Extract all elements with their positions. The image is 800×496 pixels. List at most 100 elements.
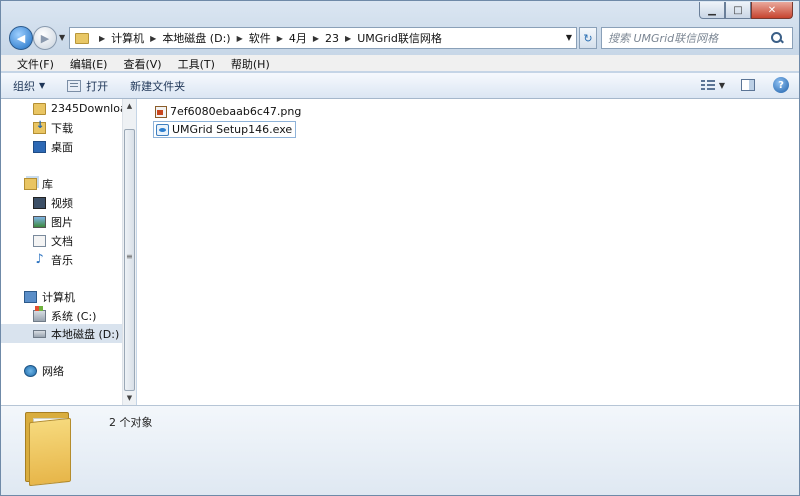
scroll-up-icon[interactable]: ▲ [123,99,136,113]
caption-buttons: ▁ □ ✕ [699,2,793,19]
change-view-icon[interactable] [700,79,715,91]
sidebar-item-label: 文档 [51,234,73,248]
breadcrumb-chevron-icon[interactable]: ▶ [150,34,156,43]
png-file-icon [155,105,167,118]
menu-view[interactable]: 查看(V) [115,55,169,71]
music-icon: ♪ [35,251,44,267]
new-folder-label: 新建文件夹 [130,79,186,93]
sidebar-item-downloads[interactable]: 下载 [1,118,122,137]
explorer-window: ▁ □ ✕ ◀ ▶ ▼ ▶ 计算机 ▶ 本地磁盘 (D:) ▶ 软件 ▶ 4月 … [0,0,800,496]
sidebar-item-documents[interactable]: 文档 [1,231,122,250]
drive-d-icon [33,329,46,338]
sidebar-item-label: 桌面 [51,140,73,154]
scrollbar-thumb[interactable]: ≡ [124,129,135,391]
computer-icon [24,290,37,303]
back-button[interactable]: ◀ [9,26,33,50]
sidebar-item-label: 本地磁盘 (D:) [51,327,120,341]
video-icon [33,196,46,209]
library-icon [24,177,37,190]
sidebar-item-label: 音乐 [51,253,73,267]
desktop-icon [33,140,46,153]
breadcrumb-chevron-icon[interactable]: ▶ [237,34,243,43]
sidebar-item-pictures[interactable]: 图片 [1,212,122,231]
back-arrow-icon: ◀ [16,31,26,45]
scroll-down-icon[interactable]: ▼ [123,391,136,405]
folder-icon [75,32,89,44]
sidebar-item-2345downloads[interactable]: 2345Downloads [1,99,122,118]
help-icon[interactable]: ? [773,77,789,93]
sidebar-item-label: 视频 [51,196,73,210]
file-name: 7ef6080ebaab6c47.png [170,105,302,118]
breadcrumb-software[interactable]: 软件 [249,30,271,46]
address-dropdown-icon[interactable]: ▼ [566,33,572,42]
sidebar-item-label: 系统 (C:) [51,309,97,323]
sidebar-item-label: 计算机 [42,290,75,304]
search-input[interactable] [602,31,768,45]
address-bar[interactable]: ▶ 计算机 ▶ 本地磁盘 (D:) ▶ 软件 ▶ 4月 ▶ 23 ▶ UMGri… [69,27,577,49]
menu-bar: 文件(F) 编辑(E) 查看(V) 工具(T) 帮助(H) [1,55,799,71]
breadcrumb-23[interactable]: 23 [325,32,339,45]
navigation-scrollbar[interactable]: ▲ ≡ ▼ [122,99,136,405]
close-button[interactable]: ✕ [751,2,793,19]
menu-tools[interactable]: 工具(T) [170,55,223,71]
organize-button[interactable]: 组织 ▼ [13,78,45,94]
scroll-grip-icon: ≡ [126,252,133,261]
sidebar-item-network[interactable]: 网络 [1,361,122,380]
organize-label: 组织 [13,79,35,93]
breadcrumb-chevron-icon[interactable]: ▶ [99,34,105,43]
breadcrumb-chevron-icon[interactable]: ▶ [313,34,319,43]
sidebar-item-label: 网络 [42,364,64,378]
breadcrumb-april[interactable]: 4月 [289,30,307,46]
maximize-button[interactable]: □ [725,2,751,19]
drive-c-icon [33,305,46,322]
sidebar-item-music[interactable]: ♪ 音乐 [1,250,122,269]
file-list: 7ef6080ebaab6c47.png UMGrid Setup146.exe [137,99,799,405]
sidebar-item-videos[interactable]: 视频 [1,193,122,212]
sidebar-item-label: 2345Downloads [51,102,122,115]
recent-pages-dropdown[interactable]: ▼ [59,33,65,42]
toolbar-right-group: ▼ ? [700,77,789,93]
file-item[interactable]: 7ef6080ebaab6c47.png [153,103,304,120]
sidebar-item-desktop[interactable]: 桌面 [1,137,122,156]
sidebar-item-label: 图片 [51,215,73,229]
file-item[interactable]: UMGrid Setup146.exe [153,121,297,138]
breadcrumb-drive-d[interactable]: 本地磁盘 (D:) [162,30,230,46]
breadcrumb-current-folder[interactable]: UMGrid联信网格 [357,30,442,46]
forward-button[interactable]: ▶ [33,26,57,50]
breadcrumb-computer[interactable]: 计算机 [111,30,144,46]
refresh-icon: ↻ [583,31,593,45]
menu-edit[interactable]: 编辑(E) [62,55,116,71]
downloads-icon [33,120,46,134]
menu-file[interactable]: 文件(F) [9,55,62,71]
folder-icon [25,412,75,487]
view-options-dropdown[interactable]: ▼ [719,81,725,90]
exe-file-icon [156,123,169,136]
sidebar-item-libraries[interactable]: 库 [1,174,122,193]
sidebar-item-drive-c[interactable]: 系统 (C:) [1,305,122,325]
breadcrumb-chevron-icon[interactable]: ▶ [345,34,351,43]
details-pane: 2 个对象 [1,405,799,495]
document-icon [33,234,46,247]
sidebar-item-label: 下载 [51,121,73,135]
sidebar-item-drive-d[interactable]: 本地磁盘 (D:) [1,324,122,343]
preview-pane-icon[interactable] [741,79,755,91]
sidebar-item-computer[interactable]: 计算机 [1,287,122,306]
breadcrumb-chevron-icon[interactable]: ▶ [277,34,283,43]
open-button[interactable]: 打开 [67,78,108,94]
item-count-text: 2 个对象 [109,416,153,429]
menu-help[interactable]: 帮助(H) [223,55,278,71]
search-box[interactable] [601,27,793,49]
open-icon [67,79,82,92]
search-icon[interactable] [770,31,784,45]
new-folder-button[interactable]: 新建文件夹 [130,78,185,94]
sidebar-item-label: 库 [42,177,53,191]
chevron-down-icon: ▼ [39,81,46,90]
minimize-button[interactable]: ▁ [699,2,725,19]
forward-arrow-icon: ▶ [40,31,50,45]
navigation-pane: 2345Downloads 下载 桌面 库 视频 图片 文档 ♪ 音乐 [1,99,123,405]
refresh-button[interactable]: ↻ [579,27,597,49]
network-icon [24,364,37,377]
navigation-row: ◀ ▶ ▼ ▶ 计算机 ▶ 本地磁盘 (D:) ▶ 软件 ▶ 4月 ▶ 23 ▶… [9,25,793,51]
picture-icon [33,215,46,228]
open-label: 打开 [86,79,109,93]
